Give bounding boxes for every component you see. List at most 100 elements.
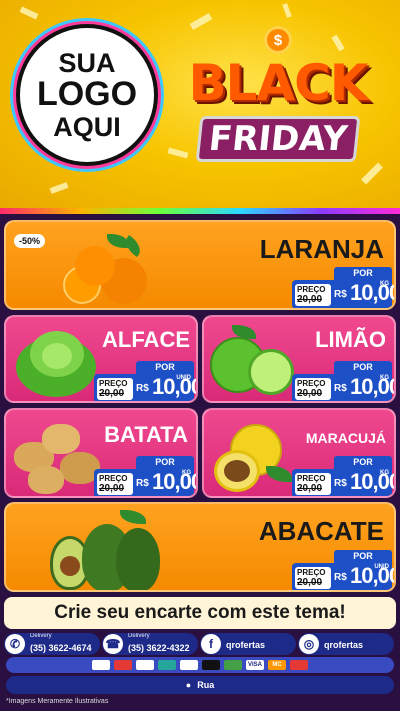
unit-label: KG: [182, 470, 191, 476]
product-name: LIMÃO: [315, 327, 386, 352]
price-value: 10,00: [350, 469, 396, 494]
price-tag: POR PREÇO 20,00 R$ 10,00 KG: [292, 267, 394, 308]
whatsapp-contact[interactable]: ✆ Delivery (35) 3622-4674: [4, 633, 100, 655]
product-card-abacate[interactable]: ABACATE POR PREÇO 20,00 R$ 10,00 UNID: [4, 502, 396, 592]
por-label: POR: [334, 267, 392, 280]
price-tag: POR PREÇO 20,00 R$ 10,00 UNID: [292, 550, 394, 590]
preco-label: PREÇO: [297, 379, 326, 388]
facebook-icon: f: [201, 634, 221, 654]
price-tag: POR PREÇO 20,00 R$ 10,00 KG: [94, 456, 196, 496]
phone-number: (35) 3622-4322: [128, 643, 190, 653]
card-icon: [158, 660, 176, 670]
avocado-image: [50, 510, 170, 590]
por-label: POR: [334, 456, 392, 469]
product-card-limao[interactable]: LIMÃO POR PREÇO 20,00 R$ 10,00 KG: [202, 315, 396, 403]
lime-image: [210, 325, 298, 401]
discount-badge: -50%: [14, 234, 46, 248]
cta-banner[interactable]: Crie seu encarte com este tema!: [4, 597, 396, 629]
product-name: BATATA: [104, 422, 188, 447]
por-label: POR: [136, 361, 194, 374]
product-card-laranja[interactable]: -50% LARANJA POR PREÇO 20,00 R$ 10,00 KG: [4, 220, 396, 310]
currency: R$: [334, 572, 347, 583]
card-icon: [224, 660, 242, 670]
confetti: [49, 182, 69, 194]
instagram-link[interactable]: ◎ qrofertas: [298, 633, 394, 655]
mastercard-icon: MC: [268, 660, 286, 670]
whatsapp-label: Delivery: [30, 633, 52, 639]
logo-text-line2: LOGO: [36, 75, 138, 114]
product-card-maracuja[interactable]: MARACUJÁ POR PREÇO 20,00 R$ 10,00 KG: [202, 408, 396, 498]
currency: R$: [334, 478, 347, 489]
currency: R$: [334, 383, 347, 394]
preco-label: PREÇO: [297, 285, 326, 294]
preco-label: PREÇO: [99, 379, 128, 388]
price-value: 10,00: [350, 374, 396, 399]
product-name: ALFACE: [102, 327, 190, 352]
card-icon: [290, 660, 308, 670]
old-price: 20,00: [297, 388, 323, 399]
badge-friday-text: FRIDAY: [195, 116, 361, 162]
black-friday-badge: $ BLACK FRIDAY: [186, 24, 370, 186]
whatsapp-number: (35) 3622-4674: [30, 643, 92, 653]
whatsapp-icon: ✆: [5, 634, 25, 654]
payment-methods: VISA MC: [6, 657, 394, 673]
card-icon: [92, 660, 110, 670]
por-label: POR: [334, 361, 392, 374]
instagram-handle: qrofertas: [324, 640, 364, 650]
product-card-batata[interactable]: BATATA POR PREÇO 20,00 R$ 10,00 KG: [4, 408, 198, 498]
old-price: 20,00: [297, 577, 323, 588]
price-value: 10,00: [152, 469, 198, 494]
address-text: Rua: [197, 680, 215, 690]
por-label: POR: [136, 456, 194, 469]
confetti: [282, 3, 292, 18]
phone-label: Delivery: [128, 633, 150, 639]
instagram-icon: ◎: [299, 634, 319, 654]
facebook-link[interactable]: f qrofertas: [200, 633, 296, 655]
price-value: 10,00: [350, 563, 396, 588]
old-price: 20,00: [99, 388, 125, 399]
product-name: ABACATE: [258, 516, 384, 546]
price-value: 10,00: [350, 280, 396, 305]
address-bar[interactable]: ● Rua: [6, 676, 394, 694]
old-price: 20,00: [297, 294, 323, 305]
logo-placeholder: SUA LOGO AQUI: [16, 24, 158, 166]
card-icon: [202, 660, 220, 670]
card-icon: [136, 660, 154, 670]
confetti: [19, 6, 39, 20]
header-banner: SUA LOGO AQUI $ BLACK FRIDAY: [0, 0, 400, 212]
unit-label: UNID: [176, 375, 191, 381]
product-name: LARANJA: [259, 234, 384, 264]
unit-label: KG: [380, 281, 389, 287]
currency: R$: [136, 383, 149, 394]
product-name: MARACUJÁ: [305, 430, 386, 446]
price-value: 10,00: [152, 374, 198, 399]
orange-fruit-image: [61, 230, 151, 308]
product-card-alface[interactable]: ALFACE POR PREÇO 20,00 R$ 10,00 UNID: [4, 315, 198, 403]
facebook-handle: qrofertas: [226, 640, 266, 650]
passion-fruit-image: [212, 416, 296, 496]
price-tag: POR PREÇO 20,00 R$ 10,00 UNID: [94, 361, 196, 401]
potato-image: [14, 418, 104, 496]
preco-label: PREÇO: [297, 474, 326, 483]
old-price: 20,00: [99, 483, 125, 494]
unit-label: UNID: [374, 564, 389, 570]
disclaimer: *Imagens Meramente Ilustrativas: [6, 698, 109, 705]
logo-text-line3: AQUI: [53, 111, 121, 142]
price-tag: POR PREÇO 20,00 R$ 10,00 KG: [292, 361, 394, 401]
unit-label: KG: [380, 470, 389, 476]
rainbow-divider: [0, 208, 400, 214]
preco-label: PREÇO: [297, 568, 326, 577]
preco-label: PREÇO: [99, 474, 128, 483]
price-tag: POR PREÇO 20,00 R$ 10,00 KG: [292, 456, 394, 496]
unit-label: KG: [380, 375, 389, 381]
por-label: POR: [334, 550, 392, 563]
badge-black-text: BLACK: [188, 54, 368, 112]
visa-icon: VISA: [246, 660, 264, 670]
logo-text-line1: SUA: [58, 47, 116, 78]
phone-icon: ☎: [103, 634, 123, 654]
phone-contact[interactable]: ☎ Delivery (35) 3622-4322: [102, 633, 198, 655]
lettuce-image: [14, 327, 102, 399]
card-icon: [180, 660, 198, 670]
currency: R$: [136, 478, 149, 489]
location-pin-icon: ●: [185, 680, 192, 690]
